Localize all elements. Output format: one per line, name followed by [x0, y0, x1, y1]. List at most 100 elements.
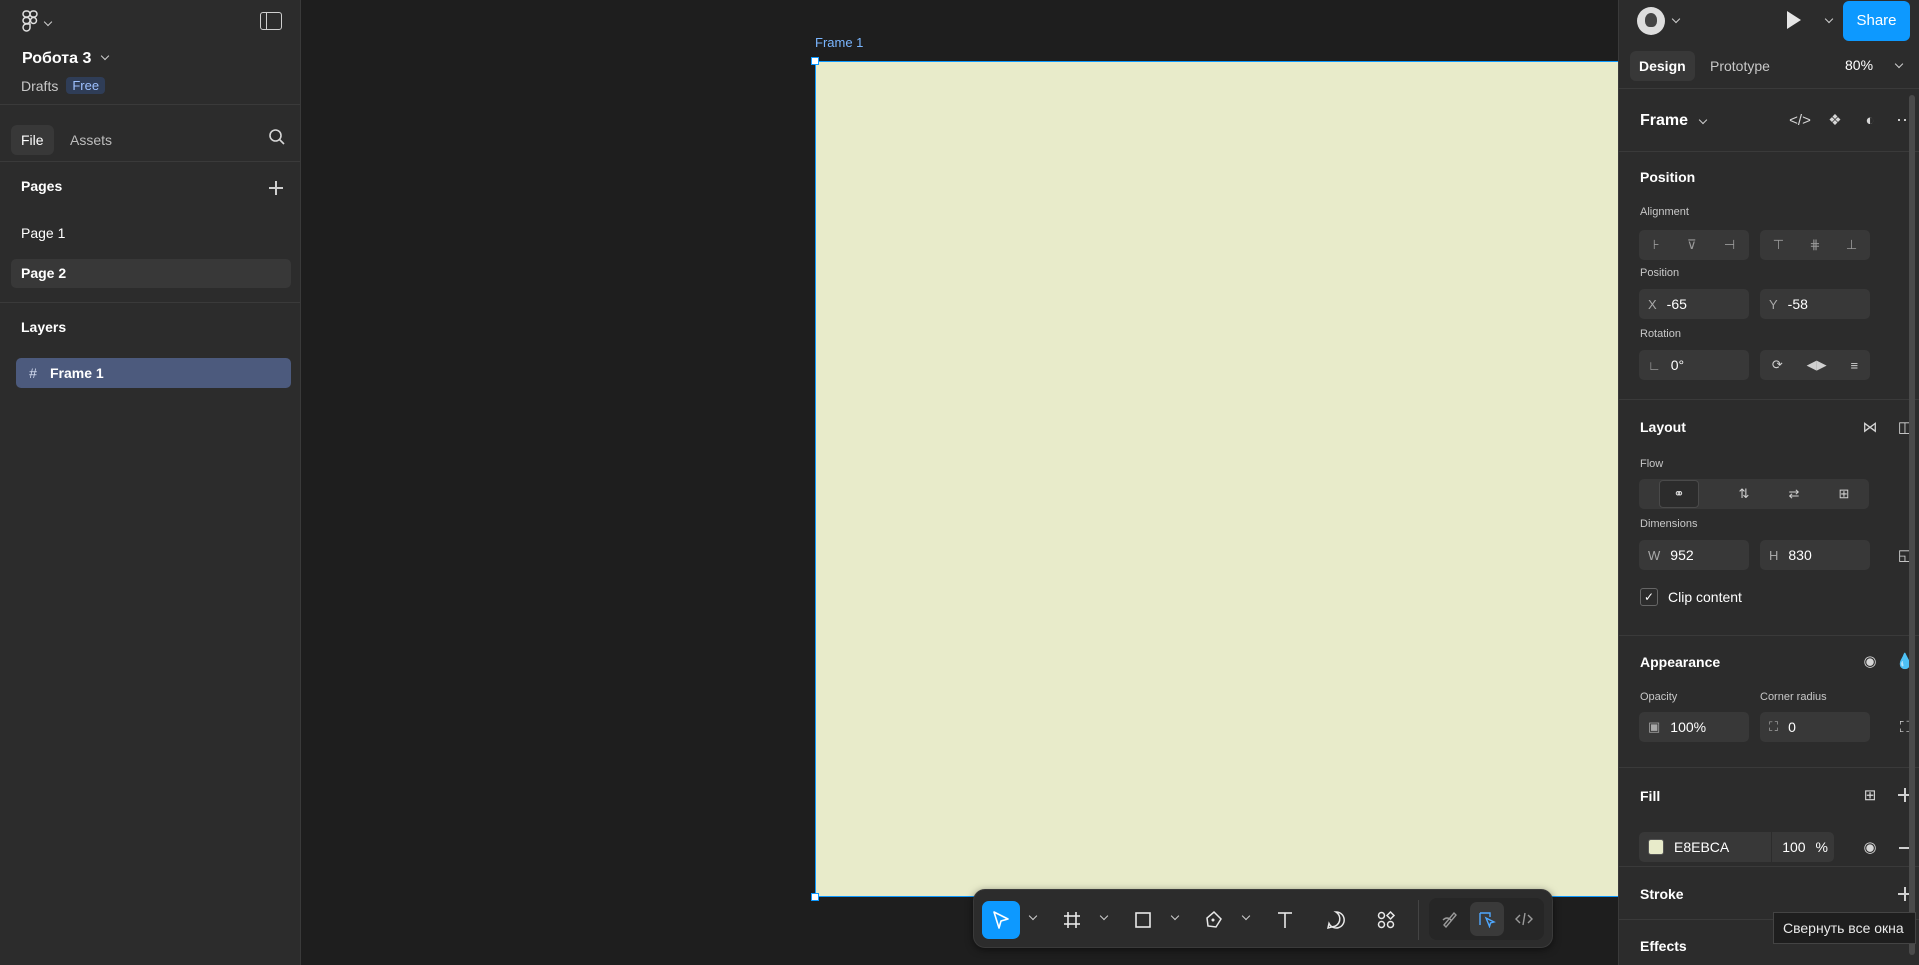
share-button[interactable]: Share [1843, 1, 1910, 41]
frame-icon [1064, 912, 1080, 928]
frame-type-dropdown[interactable]: Frame [1640, 112, 1688, 130]
text-icon [1278, 912, 1292, 928]
frame-tool-chevron-icon[interactable] [1100, 915, 1108, 923]
align-center-horizontal-icon[interactable]: ⊽ [1687, 237, 1697, 253]
project-title-button[interactable]: Робота 3 [22, 50, 109, 68]
flip-vertical-icon[interactable]: ≡ [1850, 358, 1858, 373]
right-panel-scrollbar[interactable] [1909, 95, 1915, 955]
align-left-icon[interactable]: ⊦ [1653, 237, 1660, 253]
code-icon[interactable]: </> [1789, 109, 1811, 131]
opacity-field[interactable]: ▣ 100% [1639, 712, 1749, 742]
resize-handle-top-left[interactable] [811, 57, 819, 65]
figma-editor: Робота 3 Drafts Free File Assets Pages P… [0, 0, 1919, 965]
actions-button[interactable] [1367, 901, 1405, 939]
x-position-field[interactable]: X -65 [1639, 289, 1749, 319]
fill-color-field[interactable]: E8EBCA 100 % [1639, 832, 1834, 862]
component-icon[interactable]: ❖ [1824, 109, 1846, 131]
frame-icon: # [29, 365, 37, 381]
effects-title: Effects [1640, 938, 1687, 954]
flow-grid-icon[interactable]: ⊞ [1839, 486, 1850, 502]
angle-icon: ∟ [1648, 357, 1661, 373]
shape-tool-chevron-icon[interactable] [1171, 915, 1179, 923]
align-bottom-icon[interactable]: ⊥ [1846, 237, 1857, 253]
appearance-section: Appearance ◉ 💧 Opacity Corner radius ▣ 1… [1619, 636, 1919, 768]
toolbar-separator [1418, 900, 1419, 940]
align-top-icon[interactable]: ⊤ [1773, 237, 1784, 253]
corner-radius-field[interactable]: ⛶ 0 [1760, 712, 1870, 742]
rotation-value: 0° [1670, 357, 1685, 373]
chevron-down-icon[interactable] [1699, 119, 1707, 127]
dev-mode-button[interactable] [1507, 902, 1541, 936]
avatar[interactable] [1637, 7, 1665, 35]
comment-tool-button[interactable] [1317, 901, 1355, 939]
clip-content-checkbox[interactable]: ✓ Clip content [1640, 588, 1742, 606]
checkmark-icon: ✓ [1640, 588, 1658, 606]
resize-handle-bottom-left[interactable] [811, 893, 819, 901]
x-prefix: X [1648, 296, 1657, 312]
layer-item-frame-1[interactable]: # Frame 1 [16, 358, 291, 388]
fill-title: Fill [1640, 788, 1661, 804]
opacity-value: 100% [1670, 719, 1707, 735]
rotate-icon[interactable]: ⟳ [1772, 357, 1783, 373]
collapse-layout-icon[interactable]: ⋈ [1859, 416, 1881, 438]
flip-horizontal-icon[interactable]: ◀▶ [1807, 357, 1827, 373]
fill-swatch[interactable] [1648, 839, 1664, 855]
draw-mode-button[interactable] [1433, 902, 1467, 936]
align-right-icon[interactable]: ⊣ [1724, 237, 1735, 253]
pen-tool-chevron-icon[interactable] [1242, 915, 1250, 923]
page-item[interactable]: Page 2 [11, 259, 291, 288]
align-middle-icon[interactable]: ⋕ [1810, 237, 1821, 253]
flow-horizontal-icon[interactable]: ⇄ [1789, 486, 1800, 502]
tab-prototype[interactable]: Prototype [1701, 51, 1779, 81]
tab-design[interactable]: Design [1630, 51, 1695, 81]
flow-options-group: ⚭ ⇅ ⇄ ⊞ [1639, 479, 1869, 509]
toggle-sidebar-icon[interactable] [260, 12, 282, 30]
project-location: Drafts Free [21, 77, 106, 94]
corner-radius-label: Corner radius [1760, 691, 1827, 703]
canvas[interactable]: Frame 1 [302, 0, 1778, 965]
chevron-down-icon [44, 21, 52, 29]
layer-label: Frame 1 [50, 365, 104, 381]
contrast-icon[interactable]: ◐ [1859, 109, 1881, 131]
add-page-icon[interactable] [269, 181, 283, 195]
bottom-toolbar [973, 889, 1553, 948]
move-tool-chevron-icon[interactable] [1029, 915, 1037, 923]
flow-label: Flow [1640, 458, 1664, 470]
pages-header: Pages [21, 178, 63, 194]
y-position-field[interactable]: Y -58 [1760, 289, 1870, 319]
fill-opacity-value[interactable]: 100 [1782, 839, 1805, 855]
rotation-field[interactable]: ∟ 0° [1639, 350, 1749, 380]
zoom-chevron-icon[interactable] [1895, 63, 1903, 71]
present-chevron-icon[interactable] [1825, 18, 1833, 26]
zoom-level[interactable]: 80% [1845, 57, 1873, 73]
move-tool-button[interactable] [982, 901, 1020, 939]
eye-icon[interactable]: ◉ [1859, 650, 1881, 672]
design-mode-button[interactable] [1470, 902, 1504, 936]
figma-logo-icon [22, 10, 38, 32]
fill-eye-icon[interactable]: ◉ [1859, 836, 1881, 858]
position-section: Position Alignment ⊦ ⊽ ⊣ ⊤ ⋕ ⊥ Position … [1619, 152, 1919, 400]
position-label: Position [1640, 267, 1680, 279]
width-field[interactable]: W 952 [1639, 540, 1749, 570]
tab-file[interactable]: File [11, 125, 54, 155]
tab-assets[interactable]: Assets [60, 125, 122, 155]
frame-label[interactable]: Frame 1 [815, 35, 863, 50]
vertical-alignment-group: ⊤ ⋕ ⊥ [1760, 230, 1870, 260]
height-field[interactable]: H 830 [1760, 540, 1870, 570]
project-folder[interactable]: Drafts [21, 78, 58, 94]
page-item[interactable]: Page 1 [11, 219, 291, 248]
text-tool-button[interactable] [1266, 901, 1304, 939]
search-icon[interactable] [268, 128, 286, 146]
frame-tool-button[interactable] [1053, 901, 1091, 939]
styles-icon[interactable]: ⊞ [1859, 784, 1881, 806]
chevron-down-icon[interactable] [1672, 18, 1680, 26]
main-menu-button[interactable] [22, 10, 52, 32]
divider [1771, 832, 1773, 862]
pen-tool-button[interactable] [1195, 901, 1233, 939]
position-title: Position [1640, 169, 1696, 185]
rectangle-tool-button[interactable] [1124, 901, 1162, 939]
flow-vertical-icon[interactable]: ⇅ [1739, 486, 1750, 502]
flow-freeform-icon[interactable]: ⚭ [1658, 480, 1700, 508]
plan-badge: Free [66, 77, 106, 94]
present-play-icon[interactable] [1787, 11, 1801, 29]
